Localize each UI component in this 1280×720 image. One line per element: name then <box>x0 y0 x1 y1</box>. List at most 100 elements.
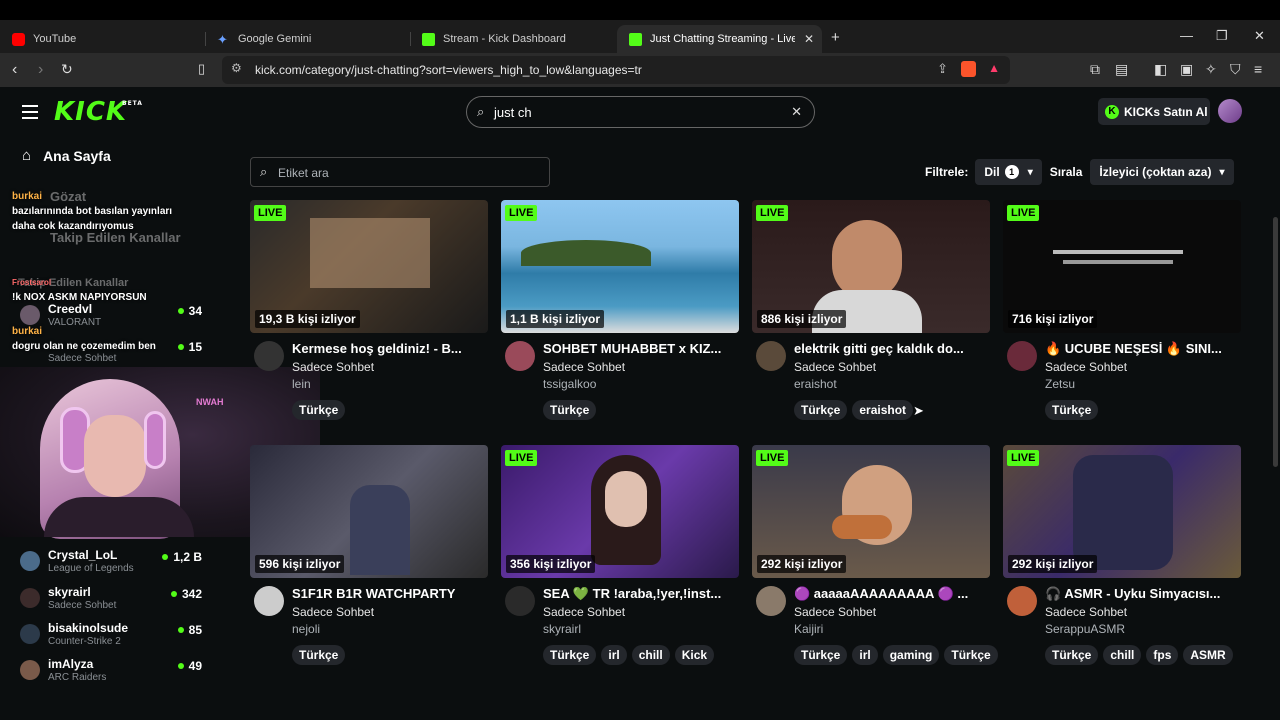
channel-avatar[interactable] <box>254 586 284 616</box>
minimize-icon[interactable]: — <box>1180 28 1193 43</box>
stream-card[interactable]: LIVE 292 kişi izliyor 🎧 ASMR - Uyku Simy… <box>1003 445 1241 665</box>
stream-thumbnail[interactable]: LIVE 292 kişi izliyor <box>1003 445 1241 578</box>
channel-avatar[interactable] <box>756 341 786 371</box>
stream-category[interactable]: Sadece Sohbet <box>1045 360 1127 374</box>
tag-chip[interactable]: irl <box>601 645 627 665</box>
tag-chip[interactable]: Türkçe <box>292 400 346 420</box>
channel-name[interactable]: eraishot <box>794 377 837 391</box>
brave-shield-icon[interactable] <box>961 61 976 77</box>
global-search-input[interactable]: ⌕ just ch ✕ <box>466 96 815 128</box>
stream-title[interactable]: Kermese hoş geldiniz! - B... <box>292 341 486 356</box>
stream-card[interactable]: 596 kişi izliyor S1F1R B1R WATCHPARTY Sa… <box>250 445 488 665</box>
channel-name[interactable]: skyrairl <box>543 622 581 636</box>
channel-name[interactable]: tssigalkoo <box>543 377 596 391</box>
stream-thumbnail[interactable]: LIVE 886 kişi izliyor <box>752 200 990 333</box>
channel-avatar[interactable] <box>505 341 535 371</box>
channel-name[interactable]: nejoli <box>292 622 320 636</box>
tag-chip[interactable]: Türkçe <box>1045 400 1099 420</box>
stream-title[interactable]: SEA 💚 TR !araba,!yer,!inst... <box>543 586 737 602</box>
tag-chip[interactable]: Kick <box>674 645 715 665</box>
tag-chip[interactable]: Türkçe <box>944 645 998 665</box>
stream-category[interactable]: Sadece Sohbet <box>794 605 876 619</box>
stream-thumbnail[interactable]: LIVE 356 kişi izliyor <box>501 445 739 578</box>
stream-title[interactable]: 🟣 aaaaaAAAAAAAAA 🟣 ... <box>794 586 988 602</box>
site-settings-icon[interactable]: ⚙ <box>231 61 242 75</box>
channel-avatar[interactable] <box>1007 586 1037 616</box>
stream-thumbnail[interactable]: LIVE 716 kişi izliyor <box>1003 200 1241 333</box>
tag-chip[interactable]: ASMR <box>1183 645 1233 665</box>
sidebar-channel[interactable]: skyrairl Sadece Sohbet 342 <box>20 584 206 616</box>
hamburger-icon[interactable] <box>22 105 38 123</box>
leo-icon[interactable]: ✧ <box>1205 61 1217 78</box>
stream-title[interactable]: elektrik gitti geç kaldık do... <box>794 341 988 356</box>
tab-youtube[interactable]: YouTube <box>0 25 205 53</box>
tag-chip[interactable]: gaming <box>882 645 940 665</box>
extensions-icon[interactable]: ⧉ <box>1090 61 1100 78</box>
stream-title[interactable]: SOHBET MUHABBET x KIZ... <box>543 341 737 356</box>
reload-icon[interactable]: ↻ <box>61 61 73 78</box>
language-filter-button[interactable]: Dil 1 ▾ <box>975 159 1042 185</box>
channel-name[interactable]: lein <box>292 377 311 391</box>
url-bar[interactable]: ⚙ kick.com/category/just-chatting?sort=v… <box>222 56 1010 84</box>
tag-chip[interactable]: irl <box>852 645 878 665</box>
buy-kicks-button[interactable]: K KICKs Satın Al <box>1098 98 1210 125</box>
restore-icon[interactable]: ❐ <box>1216 28 1228 44</box>
tag-chip[interactable]: Türkçe <box>1045 645 1099 665</box>
stream-title[interactable]: 🔥 UCUBE NEŞESİ 🔥 SINI... <box>1045 341 1239 357</box>
channel-name[interactable]: Zetsu <box>1045 377 1075 391</box>
new-tab-icon[interactable]: + <box>831 29 840 46</box>
bookmark-icon[interactable]: ▯ <box>198 61 205 77</box>
sidebar-item-home[interactable]: ⌂ Ana Sayfa <box>22 147 111 164</box>
tag-chip[interactable]: Türkçe <box>794 645 848 665</box>
channel-name[interactable]: Kaijiri <box>794 622 823 636</box>
sidebar-channel[interactable]: imAlyza ARC Raiders 49 <box>20 656 206 688</box>
tag-chip[interactable]: chill <box>631 645 670 665</box>
channel-avatar[interactable] <box>1007 341 1037 371</box>
share-icon[interactable]: ⇪ <box>937 61 948 77</box>
stream-category[interactable]: Sadece Sohbet <box>292 360 374 374</box>
channel-name[interactable]: SerappuASMR <box>1045 622 1125 636</box>
stream-title[interactable]: S1F1R B1R WATCHPARTY <box>292 586 486 601</box>
tag-chip[interactable]: chill <box>1103 645 1142 665</box>
brave-rewards-icon[interactable]: ▲ <box>988 61 1000 75</box>
stream-thumbnail[interactable]: LIVE 1,1 B kişi izliyor <box>501 200 739 333</box>
stream-card[interactable]: LIVE 356 kişi izliyor SEA 💚 TR !araba,!y… <box>501 445 739 665</box>
stream-category[interactable]: Sadece Sohbet <box>794 360 876 374</box>
stream-thumbnail[interactable]: 596 kişi izliyor <box>250 445 488 578</box>
tag-chip[interactable]: fps <box>1146 645 1179 665</box>
sidebar-channel[interactable]: bisakinolsude Counter-Strike 2 85 <box>20 620 206 652</box>
sidebar-channel[interactable]: Crystal_LoL League of Legends 1,2 B <box>20 547 206 579</box>
close-window-icon[interactable]: ✕ <box>1254 28 1265 44</box>
sidebar-icon[interactable]: ◧ <box>1154 61 1167 78</box>
tab-kick-dashboard[interactable]: Stream - Kick Dashboard <box>410 25 615 53</box>
stream-card[interactable]: LIVE 716 kişi izliyor 🔥 UCUBE NEŞESİ 🔥 S… <box>1003 200 1241 420</box>
tag-search-input[interactable]: ⌕ Etiket ara <box>250 157 550 187</box>
reader-icon[interactable]: ▤ <box>1115 61 1128 78</box>
wallet-icon[interactable]: ▣ <box>1180 61 1193 78</box>
tag-chip[interactable]: Türkçe <box>794 400 848 420</box>
tab-just-chatting[interactable]: Just Chatting Streaming - Live St ✕ <box>617 25 822 53</box>
stream-card[interactable]: LIVE 19,3 B kişi izliyor Kermese hoş gel… <box>250 200 488 420</box>
back-icon[interactable]: ‹ <box>12 61 17 79</box>
vpn-icon[interactable]: ⛉ <box>1230 61 1241 78</box>
kick-logo[interactable]: KICK BETA <box>54 97 142 127</box>
clear-search-icon[interactable]: ✕ <box>791 104 802 120</box>
channel-avatar[interactable] <box>756 586 786 616</box>
stream-category[interactable]: Sadece Sohbet <box>543 605 625 619</box>
stream-card[interactable]: LIVE 292 kişi izliyor 🟣 aaaaaAAAAAAAAA 🟣… <box>752 445 998 665</box>
channel-avatar[interactable] <box>505 586 535 616</box>
user-avatar[interactable] <box>1218 99 1242 123</box>
stream-title[interactable]: 🎧 ASMR - Uyku Simyacısı... <box>1045 586 1239 602</box>
stream-category[interactable]: Sadece Sohbet <box>543 360 625 374</box>
stream-thumbnail[interactable]: LIVE 19,3 B kişi izliyor <box>250 200 488 333</box>
tag-chip[interactable]: Türkçe <box>543 400 597 420</box>
tag-chip[interactable]: Türkçe <box>292 645 346 665</box>
tag-chip[interactable]: eraishot <box>852 400 914 420</box>
stream-thumbnail[interactable]: LIVE 292 kişi izliyor <box>752 445 990 578</box>
sort-dropdown[interactable]: İzleyici (çoktan aza) ▾ <box>1090 159 1234 185</box>
tag-chip[interactable]: Türkçe <box>543 645 597 665</box>
forward-icon[interactable]: › <box>38 61 43 79</box>
stream-card[interactable]: LIVE 886 kişi izliyor elektrik gitti geç… <box>752 200 990 420</box>
menu-icon[interactable]: ≡ <box>1254 61 1262 77</box>
page-scrollbar[interactable] <box>1273 217 1278 467</box>
